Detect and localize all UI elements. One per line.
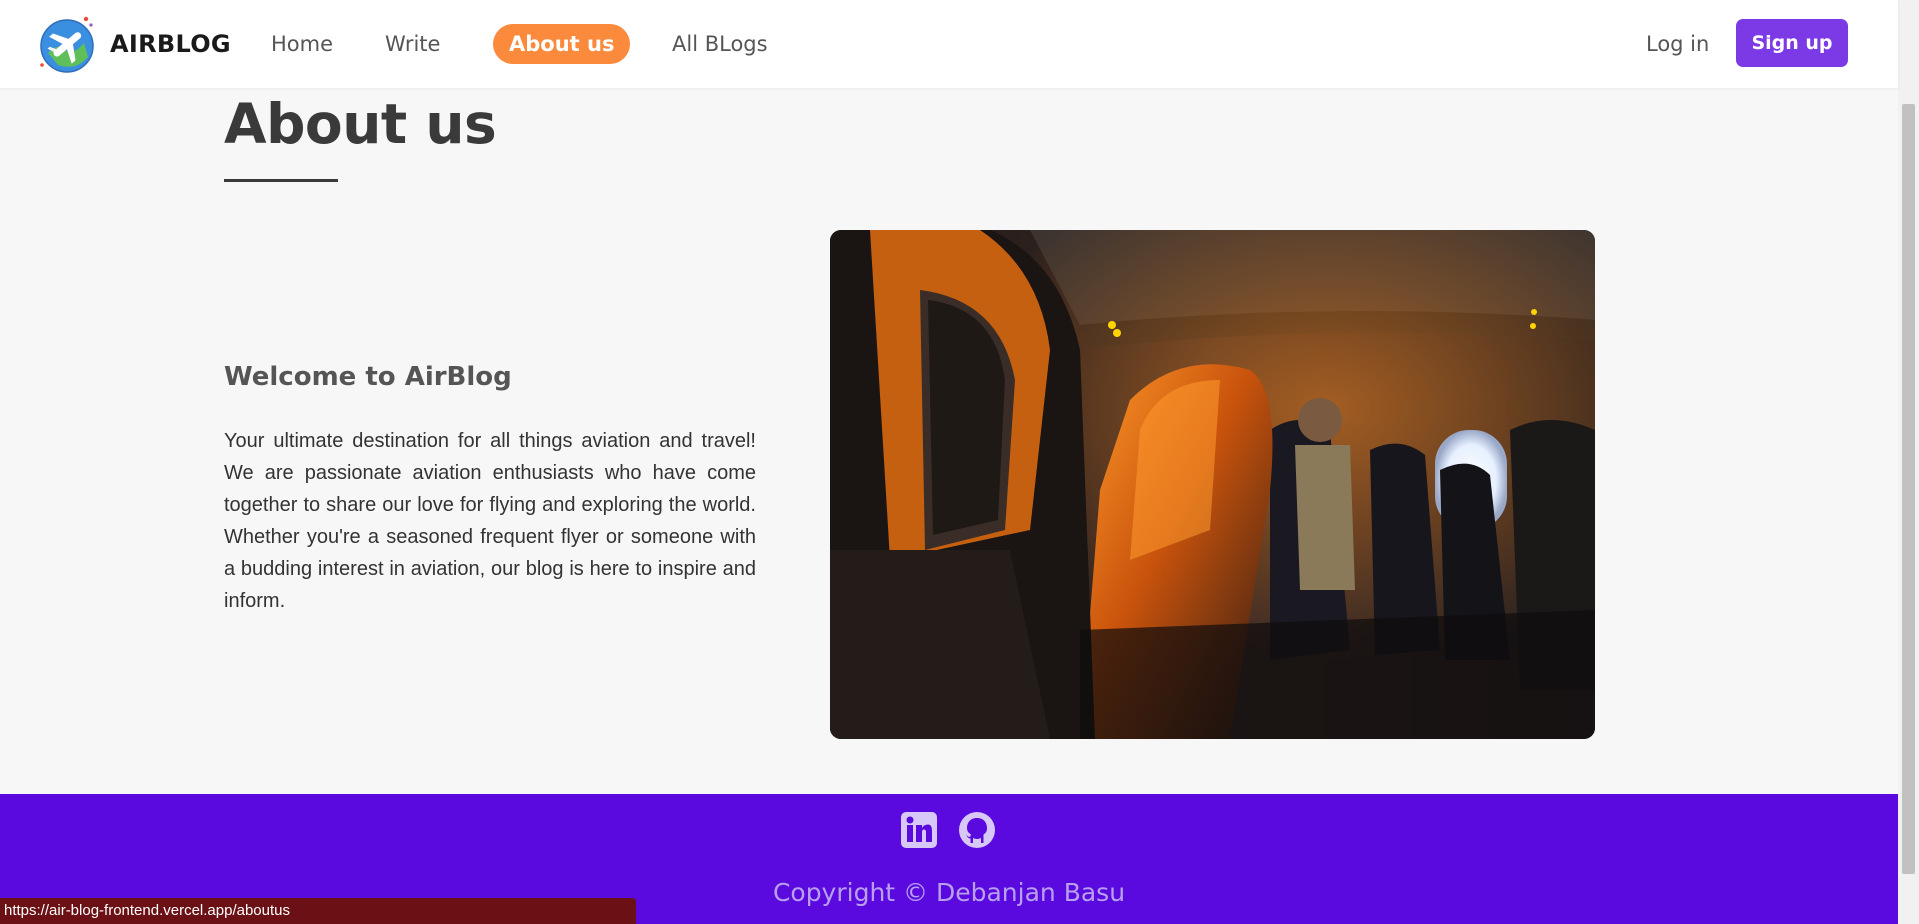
link-status-bar: https://air-blog-frontend.vercel.app/abo… xyxy=(0,898,636,924)
github-icon[interactable] xyxy=(959,812,995,848)
welcome-heading: Welcome to AirBlog xyxy=(224,362,512,392)
brand-name: AIRBLOG xyxy=(110,30,231,58)
title-underline xyxy=(224,179,338,182)
page: AIRBLOG Home Write About us All BLogs Lo… xyxy=(0,0,1919,924)
signup-button[interactable]: Sign up xyxy=(1736,19,1848,67)
login-link[interactable]: Log in xyxy=(1630,24,1725,64)
linkedin-icon[interactable] xyxy=(901,812,937,848)
nav-all-blogs[interactable]: All BLogs xyxy=(656,24,784,64)
airplane-logo-icon xyxy=(40,16,94,73)
scrollbar-thumb[interactable] xyxy=(1902,104,1915,874)
social-links xyxy=(901,812,995,848)
navbar: AIRBLOG Home Write About us All BLogs Lo… xyxy=(0,0,1898,88)
nav-home[interactable]: Home xyxy=(255,24,349,64)
nav-write[interactable]: Write xyxy=(369,24,456,64)
airplane-cabin-image xyxy=(830,230,1595,739)
nav-about-us[interactable]: About us xyxy=(493,24,631,64)
about-text: Your ultimate destination for all things… xyxy=(224,430,756,612)
logo[interactable]: AIRBLOG xyxy=(36,13,231,75)
page-title: About us xyxy=(224,92,497,156)
